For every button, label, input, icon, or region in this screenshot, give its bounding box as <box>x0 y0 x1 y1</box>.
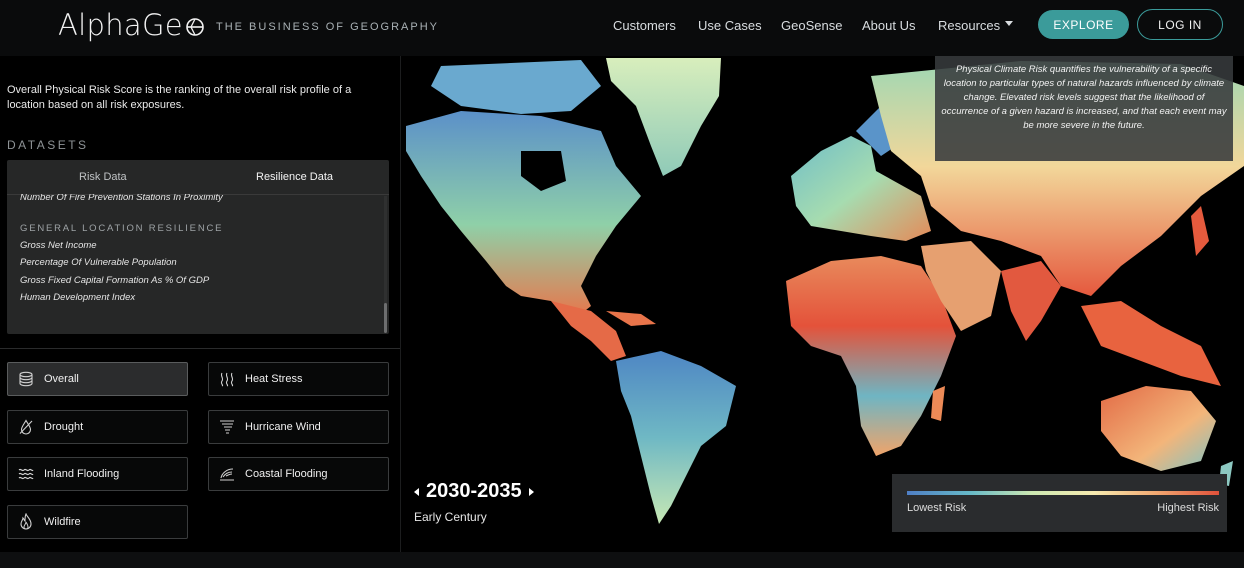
tab-risk-data[interactable]: Risk Data <box>79 171 127 183</box>
region-africa <box>786 256 956 456</box>
region-india <box>1001 261 1061 341</box>
alphageo-logo[interactable]: AlphaGe <box>58 8 205 42</box>
list-item[interactable]: Gross Net Income <box>20 240 97 251</box>
hazard-drought-button[interactable]: Drought <box>7 410 188 444</box>
nav-use-cases[interactable]: Use Cases <box>698 18 762 33</box>
tornado-icon <box>218 418 236 436</box>
score-description: Overall Physical Risk Score is the ranki… <box>7 84 352 111</box>
nav-geosense[interactable]: GeoSense <box>781 18 842 33</box>
region-madagascar <box>931 386 945 421</box>
hazard-label: Heat Stress <box>245 373 303 385</box>
explore-button[interactable]: EXPLORE <box>1038 10 1129 39</box>
period-label: Early Century <box>414 510 487 524</box>
scrollbar-thumb[interactable] <box>384 303 387 333</box>
risk-map[interactable]: Physical Climate Risk quantifies the vul… <box>401 56 1244 552</box>
datasets-panel: Risk Data Resilience Data Number Of Fire… <box>7 160 389 334</box>
login-button[interactable]: LOG IN <box>1137 9 1223 40</box>
hazard-hurricane-wind-button[interactable]: Hurricane Wind <box>208 410 389 444</box>
nav-resources[interactable]: Resources <box>938 18 1000 33</box>
region-south-america <box>616 351 736 524</box>
list-group-heading: GENERAL LOCATION RESILIENCE <box>20 223 224 234</box>
logo-wordmark: AlphaGe <box>58 8 183 42</box>
globe-logo-icon <box>186 18 204 36</box>
divider <box>0 348 400 349</box>
hazard-inland-flooding-button[interactable]: Inland Flooding <box>7 457 188 491</box>
hazard-label: Overall <box>44 373 79 385</box>
region-arctic-islands <box>431 60 601 114</box>
region-southeast-asia <box>1081 301 1221 386</box>
hazard-label: Inland Flooding <box>44 468 120 480</box>
region-north-america <box>406 111 641 318</box>
period-selector: 2030-2035 <box>414 480 534 503</box>
legend-high-label: Highest Risk <box>1157 502 1219 514</box>
next-period-arrow-icon[interactable] <box>528 487 534 496</box>
hazard-heat-stress-button[interactable]: Heat Stress <box>208 362 389 396</box>
legend-gradient-bar <box>907 491 1219 495</box>
list-item[interactable]: Number Of Fire Prevention Stations In Pr… <box>20 194 223 203</box>
water-waves-icon <box>17 465 35 483</box>
top-navigation-bar: AlphaGe THE BUSINESS OF GEOGRAPHY Custom… <box>0 0 1244 56</box>
drought-drop-icon <box>17 418 35 436</box>
sidebar-panel: Overall Physical Risk Score is the ranki… <box>0 56 401 552</box>
hazard-label: Coastal Flooding <box>245 468 328 480</box>
legend-low-label: Lowest Risk <box>907 502 967 514</box>
hazard-label: Drought <box>44 421 84 433</box>
list-item[interactable]: Human Development Index <box>20 292 135 303</box>
nav-customers[interactable]: Customers <box>613 18 676 33</box>
dataset-tabs: Risk Data Resilience Data <box>7 160 389 195</box>
previous-period-arrow-icon[interactable] <box>414 487 419 496</box>
region-australia <box>1101 386 1216 471</box>
heat-waves-icon <box>218 370 236 388</box>
list-item[interactable]: Percentage Of Vulnerable Population <box>20 257 177 268</box>
chevron-down-icon[interactable] <box>1005 21 1013 26</box>
dataset-list: Number Of Fire Prevention Stations In Pr… <box>7 194 389 334</box>
nav-about-us[interactable]: About Us <box>862 18 915 33</box>
region-japan <box>1191 206 1209 256</box>
region-caribbean <box>606 311 656 326</box>
risk-legend: Lowest Risk Highest Risk <box>892 474 1227 532</box>
region-central-america <box>551 301 626 361</box>
tab-resilience-data[interactable]: Resilience Data <box>256 171 333 183</box>
list-item[interactable]: Gross Fixed Capital Formation As % Of GD… <box>20 275 209 286</box>
hazard-coastal-flooding-button[interactable]: Coastal Flooding <box>208 457 389 491</box>
period-value: 2030-2035 <box>426 480 522 502</box>
hazard-wildfire-button[interactable]: Wildfire <box>7 505 188 539</box>
region-greenland <box>606 58 721 176</box>
flame-icon <box>17 513 35 531</box>
risk-info-tooltip: Physical Climate Risk quantifies the vul… <box>935 56 1233 161</box>
tagline: THE BUSINESS OF GEOGRAPHY <box>216 21 439 33</box>
hazard-overall-button[interactable]: Overall <box>7 362 188 396</box>
datasets-heading: DATASETS <box>7 138 89 152</box>
hazard-label: Wildfire <box>44 516 81 528</box>
coastal-wave-icon <box>218 465 236 483</box>
hazard-label: Hurricane Wind <box>245 421 321 433</box>
footer-strip <box>0 552 1244 568</box>
database-icon <box>17 370 35 388</box>
